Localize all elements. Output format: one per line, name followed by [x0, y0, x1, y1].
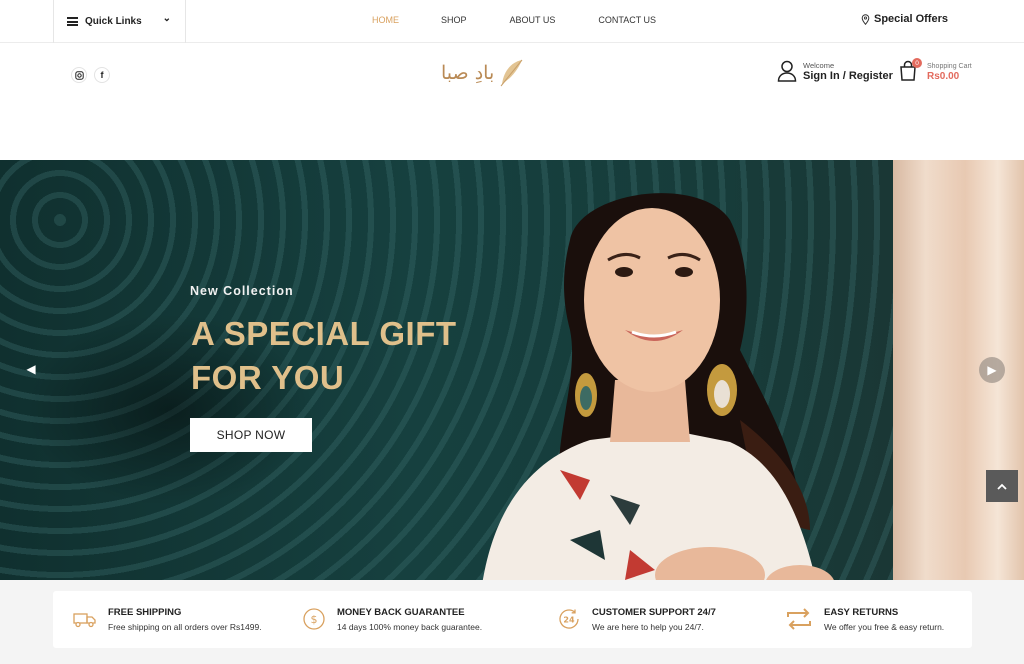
top-navigation-bar: Quick Links ⌄ HOME SHOP ABOUT US CONTACT…: [0, 0, 1024, 43]
account-sign-in[interactable]: Welcome Sign In / Register: [777, 60, 893, 82]
location-pin-icon: [861, 13, 870, 25]
instagram-icon[interactable]: [71, 67, 87, 83]
special-offers-label: Special Offers: [874, 13, 948, 25]
hero-eyebrow: New Collection: [190, 284, 294, 298]
dollar-circle-icon: $: [301, 606, 327, 632]
hero-headline-line1: A SPECIAL GIFT: [191, 315, 457, 352]
special-offers-link[interactable]: Special Offers: [861, 13, 948, 25]
support-24-icon: 24: [556, 606, 582, 632]
cart-label: Shopping Cart: [927, 63, 972, 70]
features-bar: FREE SHIPPING Free shipping on all order…: [53, 591, 972, 648]
facebook-icon[interactable]: f: [94, 67, 110, 83]
feature-title: MONEY BACK GUARANTEE: [337, 607, 465, 618]
slider-prev-arrow[interactable]: ◀: [22, 360, 40, 378]
nav-contact-us[interactable]: CONTACT US: [598, 15, 656, 25]
feature-free-shipping: FREE SHIPPING Free shipping on all order…: [72, 607, 262, 632]
svg-text:$: $: [311, 613, 318, 626]
cart-count-badge: 0: [912, 58, 922, 68]
hero-headline: A SPECIAL GIFT FOR YOU: [191, 312, 491, 400]
chevron-down-icon: ⌄: [162, 13, 171, 24]
returns-icon: [784, 606, 814, 632]
shopping-cart[interactable]: 0 Shopping Cart Rs0.00: [898, 58, 972, 87]
feature-title: FREE SHIPPING: [108, 607, 182, 618]
logo-text: بادِ صبا: [441, 62, 495, 84]
quick-links-label: Quick Links: [85, 16, 142, 27]
welcome-text: Welcome: [803, 60, 835, 70]
feature-easy-returns: EASY RETURNS We offer you free & easy re…: [784, 607, 944, 632]
quick-links-dropdown[interactable]: Quick Links ⌄: [53, 0, 186, 43]
feature-description: 14 days 100% money back guarantee.: [337, 622, 483, 632]
sign-in-register-link[interactable]: Sign In / Register: [803, 70, 893, 82]
feature-description: We are here to help you 24/7.: [592, 622, 704, 632]
main-nav: HOME SHOP ABOUT US CONTACT US: [372, 15, 656, 25]
nav-home[interactable]: HOME: [372, 15, 399, 25]
feature-customer-support: 24 CUSTOMER SUPPORT 24/7 We are here to …: [556, 607, 716, 632]
truck-icon: [72, 606, 98, 632]
nav-shop[interactable]: SHOP: [441, 15, 467, 25]
user-icon: [777, 60, 797, 82]
feature-description: Free shipping on all orders over Rs1499.: [108, 622, 262, 632]
shop-now-button[interactable]: SHOP NOW: [190, 418, 312, 452]
site-logo[interactable]: بادِ صبا: [441, 58, 524, 88]
nav-about-us[interactable]: ABOUT US: [510, 15, 556, 25]
model-image: [482, 193, 834, 580]
slider-next-arrow[interactable]: ▶: [979, 357, 1005, 383]
feature-title: EASY RETURNS: [824, 607, 899, 618]
menu-icon: [67, 17, 78, 26]
cart-amount: Rs0.00: [927, 71, 960, 82]
hero-slider: New Collection A SPECIAL GIFT FOR YOU SH…: [0, 160, 1024, 580]
feature-title: CUSTOMER SUPPORT 24/7: [592, 607, 716, 618]
svg-text:24: 24: [563, 616, 575, 625]
feature-money-back: $ MONEY BACK GUARANTEE 14 days 100% mone…: [301, 607, 482, 632]
chevron-up-icon: [997, 483, 1007, 490]
feature-description: We offer you free & easy return.: [824, 622, 945, 632]
hero-headline-line2: FOR YOU: [191, 359, 345, 396]
scroll-to-top-button[interactable]: [986, 470, 1018, 502]
feather-icon: [500, 59, 523, 87]
